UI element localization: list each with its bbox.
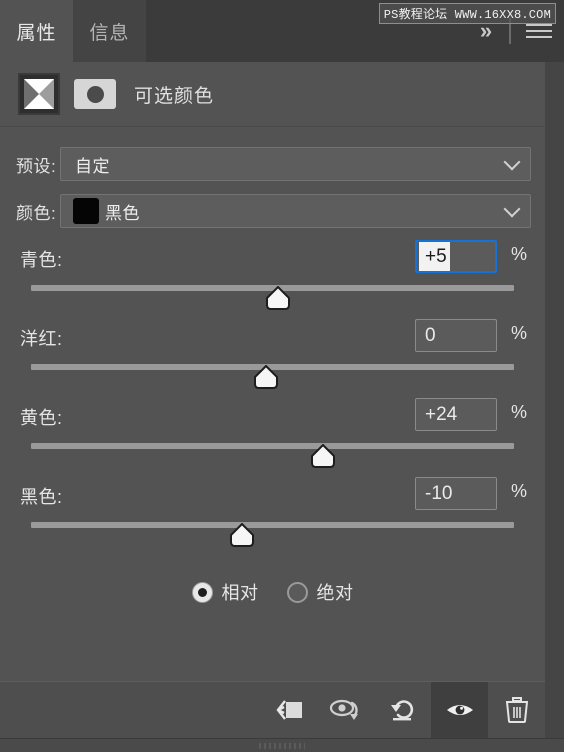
slider-yellow-label: 黄色:	[20, 408, 63, 428]
tab-properties[interactable]: 属性	[0, 0, 73, 62]
radio-absolute-indicator	[286, 581, 308, 603]
preset-label: 预设:	[16, 156, 57, 176]
slider-magenta-value: 0	[425, 324, 436, 346]
radio-dot	[197, 587, 207, 597]
adjustment-header: 可选颜色	[0, 62, 545, 127]
slider-yellow-thumb[interactable]	[310, 444, 336, 468]
panel-right-gutter	[545, 0, 564, 752]
layer-mask-thumbnail[interactable]	[74, 79, 116, 109]
slider-cyan-input[interactable]: +5	[415, 240, 497, 273]
menu-line	[526, 24, 552, 26]
slider-cyan-thumb[interactable]	[265, 286, 291, 310]
tab-info[interactable]: 信息	[73, 0, 146, 62]
slider-magenta-input[interactable]: 0	[415, 319, 497, 352]
color-label: 颜色:	[16, 203, 57, 223]
slider-magenta-label: 洋红:	[20, 329, 63, 349]
radio-absolute[interactable]: 绝对	[286, 579, 354, 605]
watermark-text: PS教程论坛 WWW.16XX8.COM	[378, 3, 556, 24]
slider-black-label: 黑色:	[20, 487, 63, 507]
slider-black-track[interactable]	[31, 522, 514, 528]
slider-black: 黑色: -10 %	[0, 477, 545, 552]
slider-yellow: 黄色: +24 %	[0, 398, 545, 473]
color-value: 黑色	[105, 203, 140, 223]
method-radio-group: 相对 绝对	[0, 576, 545, 608]
properties-panel: 属性 信息 » PS教程论坛 WWW.16XX8.COM 可选颜色 预设: 自定…	[0, 0, 564, 752]
slider-cyan-unit: %	[510, 244, 527, 264]
mask-shape	[86, 85, 104, 103]
color-swatch	[73, 198, 99, 224]
slider-black-value: -10	[425, 482, 453, 504]
slider-yellow-unit: %	[510, 402, 527, 422]
preset-value: 自定	[75, 156, 110, 176]
slider-cyan-value: +5	[419, 242, 450, 271]
delete-button[interactable]	[488, 682, 545, 739]
slider-yellow-value: +24	[425, 403, 458, 425]
slider-magenta-thumb[interactable]	[253, 365, 279, 389]
clip-to-layer-button[interactable]	[260, 682, 317, 739]
radio-relative-indicator	[191, 581, 213, 603]
tab-properties-label: 属性	[16, 22, 57, 44]
toggle-visibility-button[interactable]	[431, 681, 488, 739]
panel-resize-grip[interactable]	[0, 738, 564, 752]
radio-relative-label: 相对	[221, 583, 259, 603]
chevron-down-icon	[503, 200, 521, 218]
slider-magenta: 洋红: 0 %	[0, 319, 545, 394]
slider-yellow-track[interactable]	[31, 443, 514, 449]
slider-black-unit: %	[510, 481, 527, 501]
radio-relative[interactable]: 相对	[191, 579, 259, 605]
color-row: 颜色: 黑色	[0, 191, 531, 231]
tab-info-label: 信息	[89, 22, 130, 44]
adjustment-title: 可选颜色	[134, 85, 215, 107]
menu-line	[526, 36, 552, 38]
slider-black-input[interactable]: -10	[415, 477, 497, 510]
slider-yellow-input[interactable]: +24	[415, 398, 497, 431]
slider-cyan: 青色: +5 %	[0, 240, 545, 315]
selective-color-thumbnail[interactable]	[18, 73, 60, 115]
reset-button[interactable]	[374, 682, 431, 739]
panel-footer	[0, 681, 545, 739]
chevron-down-icon	[503, 153, 521, 171]
preview-previous-state-button[interactable]	[317, 682, 374, 739]
preset-row: 预设: 自定	[0, 144, 531, 184]
menu-line	[526, 30, 552, 32]
radio-absolute-label: 绝对	[316, 583, 354, 603]
color-select[interactable]: 黑色	[60, 194, 531, 228]
slider-black-thumb[interactable]	[229, 523, 255, 547]
grip-dots	[259, 743, 305, 749]
panel-body: 预设: 自定 颜色: 黑色 青色: +5 % 洋红: 0 % 黄色: +24 %…	[0, 128, 545, 680]
slider-cyan-label: 青色:	[20, 250, 63, 270]
slider-magenta-unit: %	[510, 323, 527, 343]
preset-select[interactable]: 自定	[60, 147, 531, 181]
